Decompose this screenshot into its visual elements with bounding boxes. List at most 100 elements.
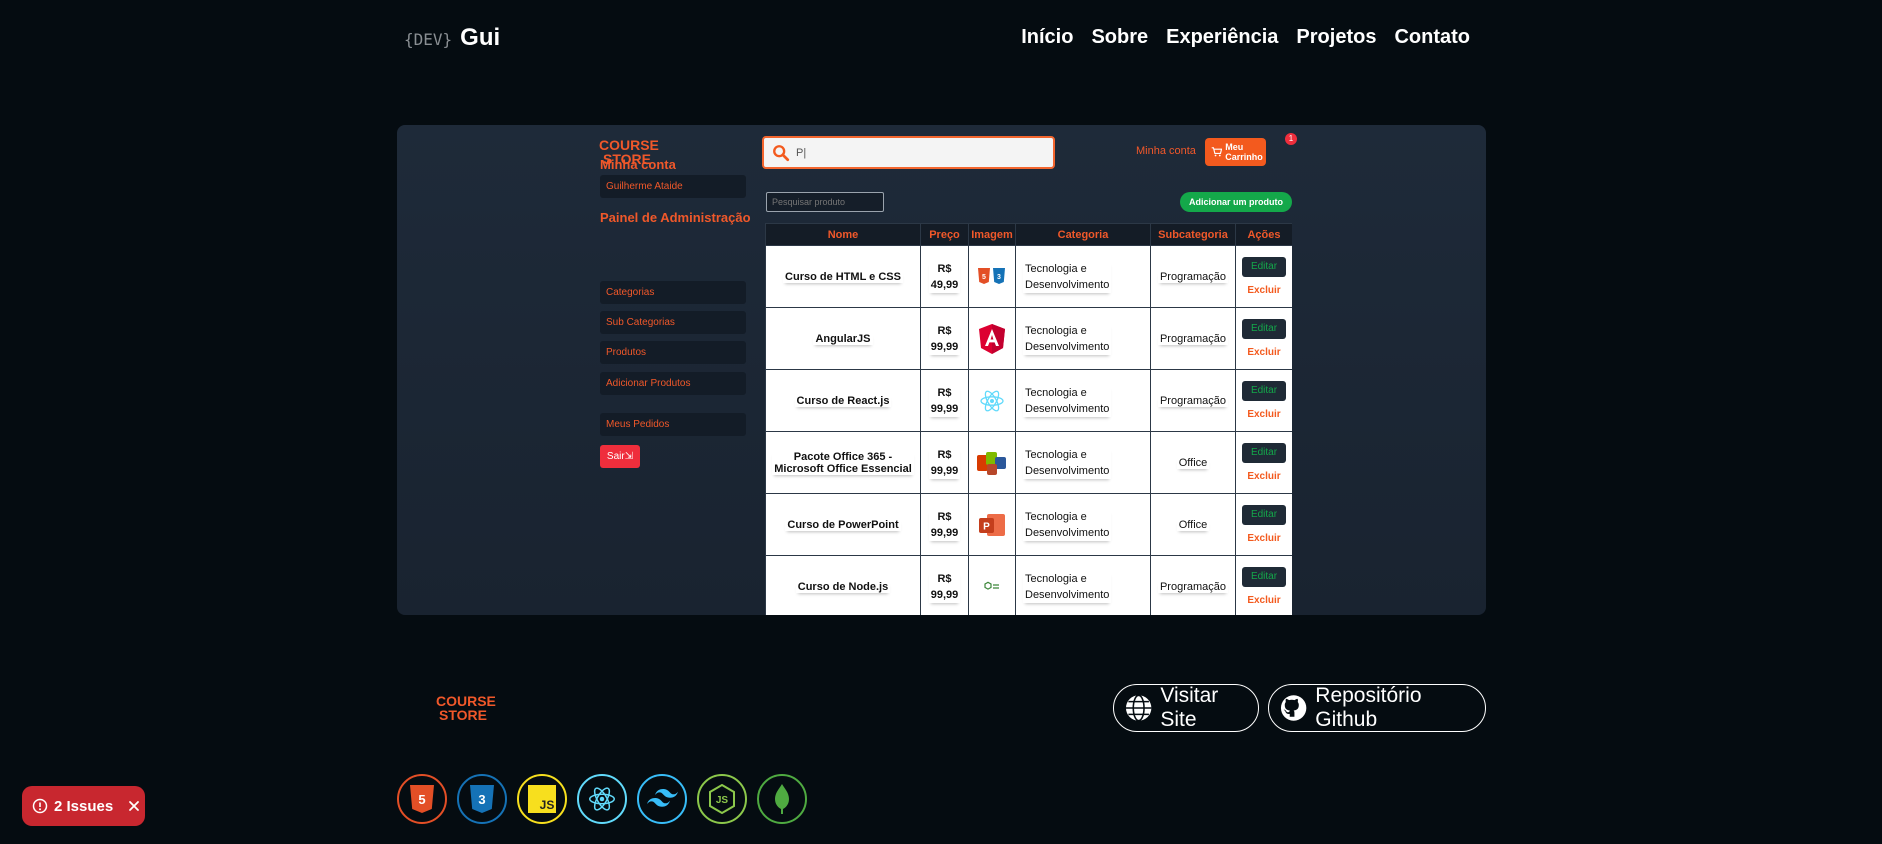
price-value: 99,99 xyxy=(930,588,959,601)
category-line: Tecnologia e xyxy=(1025,572,1087,585)
edit-button[interactable]: Editar xyxy=(1242,567,1286,587)
category-line: Tecnologia e xyxy=(1025,386,1087,399)
github-repo-button[interactable]: Repositório Github xyxy=(1268,684,1486,732)
info-icon xyxy=(32,798,48,814)
cart-icon xyxy=(1211,147,1223,157)
delete-button[interactable]: Excluir xyxy=(1236,595,1292,606)
react-icon xyxy=(980,390,1004,411)
css3-icon: 3 xyxy=(457,774,507,824)
delete-button[interactable]: Excluir xyxy=(1236,471,1292,482)
svg-text:5: 5 xyxy=(982,274,986,281)
angular-icon xyxy=(979,323,1005,354)
admin-heading: Painel de Administração xyxy=(600,210,751,225)
subcategory: Office xyxy=(1178,456,1208,469)
nav-inicio[interactable]: Início xyxy=(1021,26,1073,49)
product-name: Curso de React.js xyxy=(796,394,890,407)
price-value: 99,99 xyxy=(930,402,959,415)
product-search-input[interactable] xyxy=(766,192,884,212)
product-name: Curso de PowerPoint xyxy=(787,518,899,531)
tech-stack: 5 3 JS JS xyxy=(397,774,807,824)
logout-label: Sair xyxy=(606,451,625,462)
product-name: Curso de HTML e CSS xyxy=(785,270,901,283)
price-value: 99,99 xyxy=(930,464,959,477)
logo-line: STORE xyxy=(439,707,487,723)
table-row: Pacote Office 365 - Microsoft Office Esse… xyxy=(765,431,1292,494)
category-line: Tecnologia e xyxy=(1025,324,1087,337)
subcategory: Programação xyxy=(1159,394,1227,407)
edit-button[interactable]: Editar xyxy=(1242,257,1286,277)
mongodb-icon xyxy=(757,774,807,824)
delete-button[interactable]: Excluir xyxy=(1236,347,1292,358)
col-imagem: Imagem xyxy=(968,223,1016,246)
account-heading: Minha conta xyxy=(600,157,676,172)
svg-text:3: 3 xyxy=(478,792,485,807)
top-bar: {DEV} Gui Início Sobre Experiência Proje… xyxy=(404,22,1470,58)
cart-count-badge: 1 xyxy=(1285,133,1297,145)
edit-button[interactable]: Editar xyxy=(1242,505,1286,525)
svg-text:JS: JS xyxy=(540,798,555,812)
product-name: Pacote Office 365 - xyxy=(793,450,893,463)
sidebar-item-meus-pedidos[interactable]: Meus Pedidos xyxy=(600,413,746,436)
category-line: Tecnologia e xyxy=(1025,510,1087,523)
col-nome: Nome xyxy=(765,223,921,246)
account-link[interactable]: Minha conta xyxy=(1136,145,1196,157)
category-line: Desenvolvimento xyxy=(1025,464,1110,477)
price-value: 99,99 xyxy=(930,340,959,353)
add-product-button[interactable]: Adicionar um produto xyxy=(1180,192,1292,212)
nav-sobre[interactable]: Sobre xyxy=(1091,26,1148,49)
svg-text:3: 3 xyxy=(997,274,1001,281)
category-line: Desenvolvimento xyxy=(1025,526,1110,539)
product-name: Microsoft Office Essencial xyxy=(774,462,912,475)
sidebar-item-adicionar-produtos[interactable]: Adicionar Produtos xyxy=(600,372,746,395)
edit-button[interactable]: Editar xyxy=(1242,443,1286,463)
price-currency: R$ xyxy=(937,572,952,585)
table-row: Curso de HTML e CSS R$ 49,99 5 3 Tecnolog… xyxy=(765,245,1292,308)
logo-line: COURSE xyxy=(436,693,496,709)
table-row: Curso de Node.js R$ 99,99 Tecnologia e Des… xyxy=(765,555,1292,615)
product-name: AngularJS xyxy=(815,332,871,345)
tailwind-icon xyxy=(637,774,687,824)
site-logo[interactable]: {DEV} Gui xyxy=(404,24,500,52)
nav-contato[interactable]: Contato xyxy=(1394,26,1470,49)
github-icon xyxy=(1280,695,1307,721)
nav-projetos[interactable]: Projetos xyxy=(1296,26,1376,49)
cart-label: Meu Carrinho xyxy=(1225,142,1263,162)
close-icon[interactable] xyxy=(127,799,141,813)
sidebar-item-subcategorias[interactable]: Sub Categorias xyxy=(600,311,746,334)
sidebar-item-categorias[interactable]: Categorias xyxy=(600,281,746,304)
subcategory: Programação xyxy=(1159,332,1227,345)
javascript-icon: JS xyxy=(517,774,567,824)
issues-badge[interactable]: 2 Issues xyxy=(22,786,145,826)
edit-button[interactable]: Editar xyxy=(1242,319,1286,339)
html5-icon: 5 xyxy=(397,774,447,824)
nav-experiencia[interactable]: Experiência xyxy=(1166,26,1278,49)
product-name: Curso de Node.js xyxy=(797,580,889,593)
col-subcategoria: Subcategoria xyxy=(1150,223,1236,246)
main-nav: Início Sobre Experiência Projetos Contat… xyxy=(1021,26,1470,49)
logout-button[interactable]: Sair⇲ xyxy=(600,445,640,468)
table-row: Curso de PowerPoint R$ 99,99 P Tecnologia… xyxy=(765,493,1292,556)
visit-site-button[interactable]: Visitar Site xyxy=(1113,684,1259,732)
svg-text:JS: JS xyxy=(716,795,729,806)
search-icon xyxy=(773,145,790,162)
table-row: Curso de React.js R$ 99,99 Tecnologia e De… xyxy=(765,369,1292,432)
price-currency: R$ xyxy=(937,510,952,523)
delete-button[interactable]: Excluir xyxy=(1236,533,1292,544)
sidebar-item-produtos[interactable]: Produtos xyxy=(600,341,746,364)
powerpoint-icon: P xyxy=(979,513,1005,536)
search-input[interactable] xyxy=(796,143,1046,163)
edit-button[interactable]: Editar xyxy=(1242,381,1286,401)
html-css-icon: 5 3 xyxy=(978,267,1005,284)
delete-button[interactable]: Excluir xyxy=(1236,285,1292,296)
store-search xyxy=(762,136,1055,169)
price-currency: R$ xyxy=(937,448,952,461)
globe-icon xyxy=(1125,694,1152,722)
user-name[interactable]: Guilherme Ataide xyxy=(600,175,746,198)
subcategory: Programação xyxy=(1159,580,1227,593)
logo-prefix: {DEV} xyxy=(404,30,453,49)
svg-text:5: 5 xyxy=(418,792,425,807)
subcategory: Office xyxy=(1178,518,1208,531)
cart-button[interactable]: Meu Carrinho xyxy=(1205,138,1266,166)
category-line: Tecnologia e xyxy=(1025,448,1087,461)
delete-button[interactable]: Excluir xyxy=(1236,409,1292,420)
